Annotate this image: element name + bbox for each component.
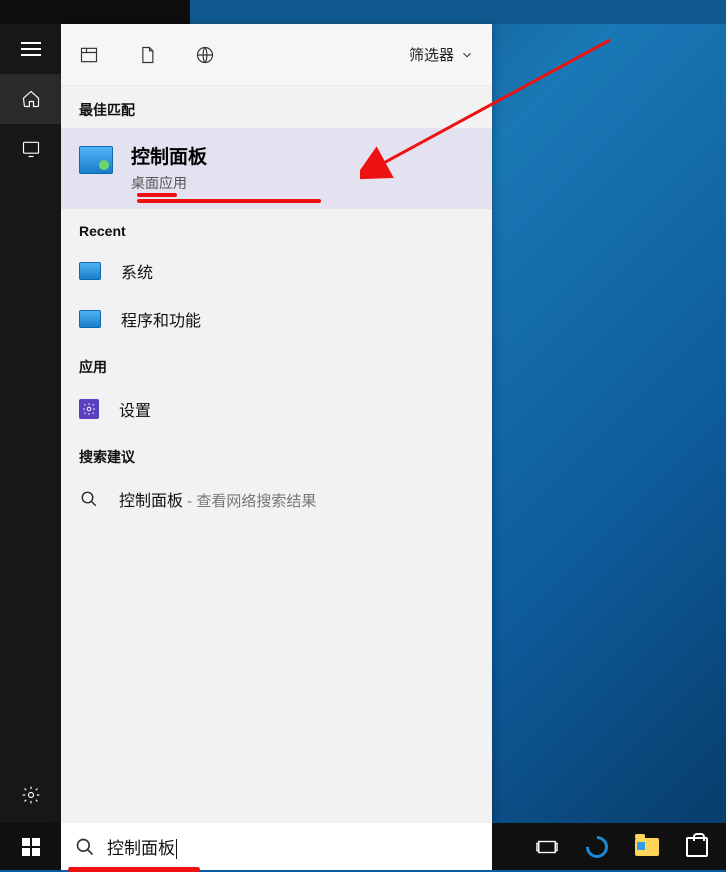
- hamburger-icon: [21, 42, 41, 56]
- store-button[interactable]: [684, 834, 710, 860]
- suggestion-hint: - 查看网络搜索结果: [183, 493, 316, 510]
- window-icon: [79, 45, 99, 65]
- windows-logo-icon: [22, 838, 40, 856]
- gear-icon: [21, 785, 41, 805]
- file-explorer-button[interactable]: [634, 834, 660, 860]
- section-recent: Recent: [61, 209, 492, 247]
- panel-header: 筛选器: [61, 24, 492, 86]
- filter-dropdown[interactable]: 筛选器: [409, 44, 474, 65]
- suggestion-term: 控制面板: [119, 493, 183, 510]
- search-panel: 筛选器 最佳匹配 控制面板 桌面应用 Recent 系统 程序和功能 应用 设置…: [61, 24, 492, 823]
- window-top-strip: [0, 0, 726, 24]
- recent-item-label: 程序和功能: [121, 307, 201, 331]
- taskbar-search-box[interactable]: 控制面板: [61, 823, 492, 870]
- monitor-icon: [21, 139, 41, 159]
- rail-home-button[interactable]: [0, 74, 61, 124]
- app-item-label: 设置: [119, 397, 151, 421]
- settings-app-icon: [79, 399, 99, 419]
- scope-documents-button[interactable]: [133, 41, 161, 69]
- filter-label: 筛选器: [409, 44, 454, 65]
- best-match-subtitle: 桌面应用: [131, 173, 207, 193]
- rail-settings-button[interactable]: [0, 770, 61, 820]
- section-apps: 应用: [61, 343, 492, 385]
- start-rail: [0, 24, 61, 870]
- recent-item-label: 系统: [121, 259, 153, 283]
- section-best-match: 最佳匹配: [61, 86, 492, 128]
- text-caret: [176, 839, 177, 859]
- edge-browser-button[interactable]: [584, 834, 610, 860]
- document-icon: [137, 45, 157, 65]
- chevron-down-icon: [460, 48, 474, 62]
- section-suggestions: 搜索建议: [61, 433, 492, 475]
- control-panel-mini-icon: [79, 262, 101, 280]
- scope-web-button[interactable]: [191, 41, 219, 69]
- globe-icon: [195, 45, 215, 65]
- recent-item[interactable]: 程序和功能: [61, 295, 492, 343]
- search-icon: [75, 837, 95, 857]
- start-button[interactable]: [0, 823, 61, 870]
- recent-item[interactable]: 系统: [61, 247, 492, 295]
- folder-icon: [635, 838, 659, 856]
- best-match-result[interactable]: 控制面板 桌面应用: [61, 128, 492, 209]
- home-icon: [21, 89, 41, 109]
- best-match-title: 控制面板: [131, 142, 207, 169]
- search-icon: [79, 489, 99, 509]
- annotation-underline: [137, 199, 321, 203]
- hamburger-button[interactable]: [0, 24, 61, 74]
- app-item[interactable]: 设置: [61, 385, 492, 433]
- control-panel-mini-icon: [79, 310, 101, 328]
- rail-screen-button[interactable]: [0, 124, 61, 174]
- task-view-button[interactable]: [534, 834, 560, 860]
- scope-apps-button[interactable]: [75, 41, 103, 69]
- control-panel-icon: [79, 146, 113, 174]
- annotation-underline: [137, 193, 177, 197]
- store-icon: [686, 837, 708, 857]
- task-view-icon: [536, 836, 558, 858]
- web-suggestion[interactable]: 控制面板 - 查看网络搜索结果: [61, 475, 492, 523]
- search-query-text: 控制面板: [107, 839, 175, 858]
- taskbar-tray: [518, 823, 726, 870]
- taskbar: 控制面板: [0, 823, 726, 870]
- edge-icon: [581, 831, 612, 862]
